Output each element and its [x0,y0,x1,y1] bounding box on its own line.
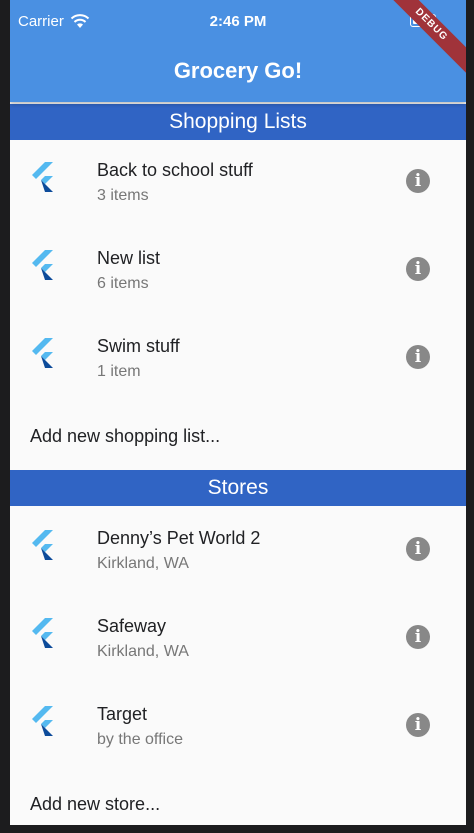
item-location: by the office [97,731,183,748]
flutter-logo-icon [32,706,53,736]
list-item-shopping-0[interactable]: Back to school stuff 3 items i [10,138,466,226]
info-icon[interactable]: i [406,257,430,281]
flutter-logo-icon [32,338,53,368]
add-store-button[interactable]: Add new store... [30,794,160,815]
item-name: Denny’s Pet World 2 [97,528,261,548]
item-location: Kirkland, WA [97,643,189,660]
list-item-store-2[interactable]: Target by the office i [10,682,466,770]
info-icon[interactable]: i [406,169,430,193]
status-time: 2:46 PM [209,13,267,30]
status-bar: Carrier 2:46 PM [10,0,466,44]
add-shopping-list-button[interactable]: Add new shopping list... [30,426,220,447]
item-count: 1 item [97,363,141,380]
flutter-logo-icon [32,618,53,648]
list-item-shopping-2[interactable]: Swim stuff 1 item i [10,314,466,402]
stores-header: Stores [10,470,466,506]
list-item-shopping-1[interactable]: New list 6 items i [10,226,466,314]
item-name: Target [97,704,148,724]
page-title: Grocery Go! [173,58,303,83]
item-name: Swim stuff [97,336,180,356]
item-name: Safeway [97,616,167,636]
flutter-logo-icon [32,250,53,280]
info-icon[interactable]: i [406,713,430,737]
app-screen: Carrier 2:46 PM Grocery Go! DEBUG Shoppi… [10,0,466,825]
item-count: 3 items [97,187,149,204]
item-count: 6 items [97,275,149,292]
item-location: Kirkland, WA [97,555,189,572]
item-name: Back to school stuff [97,160,253,180]
flutter-logo-icon [32,162,53,192]
list-item-store-0[interactable]: Denny’s Pet World 2 Kirkland, WA i [10,506,466,594]
info-icon[interactable]: i [406,625,430,649]
list-item-store-1[interactable]: Safeway Kirkland, WA i [10,594,466,682]
item-name: New list [97,248,161,268]
flutter-logo-icon [32,530,53,560]
app-bar: Carrier 2:46 PM Grocery Go! [10,0,466,102]
info-icon[interactable]: i [406,537,430,561]
shopping-lists-header: Shopping Lists [10,104,466,140]
info-icon[interactable]: i [406,345,430,369]
